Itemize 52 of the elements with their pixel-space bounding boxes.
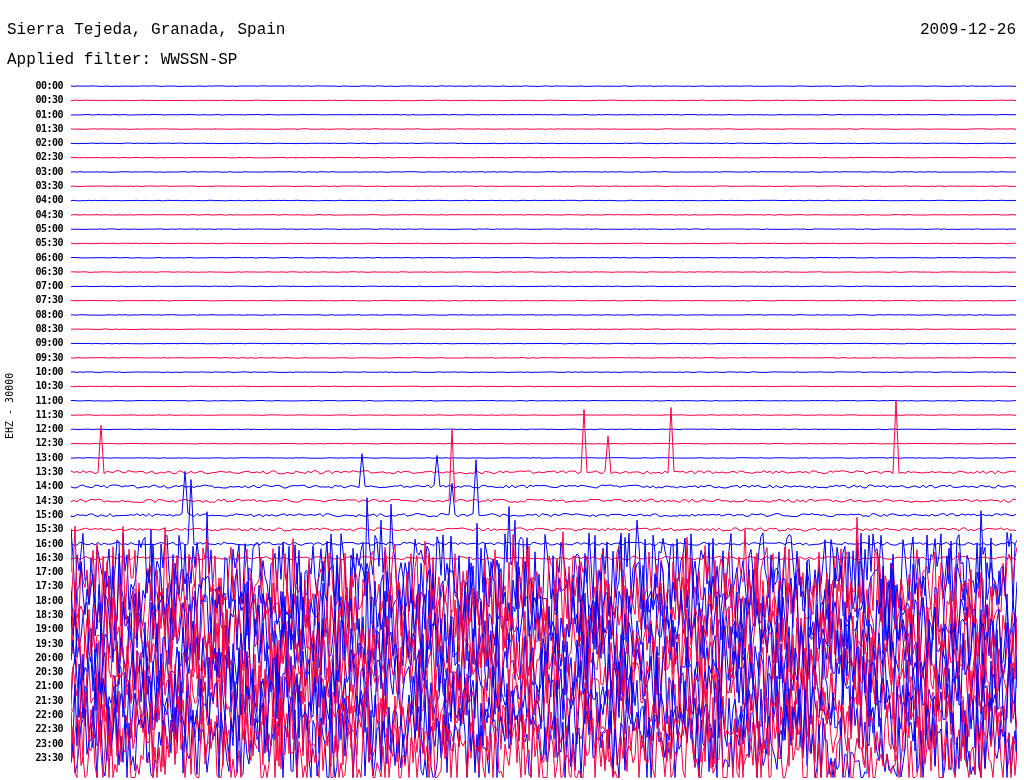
time-label: 20:00 — [35, 650, 63, 665]
time-label: 19:00 — [35, 622, 63, 637]
time-label: 16:00 — [35, 536, 63, 551]
time-label: 11:30 — [35, 407, 63, 422]
time-label: 08:00 — [35, 307, 63, 322]
time-label: 15:30 — [35, 522, 63, 537]
time-label: 05:00 — [35, 221, 63, 236]
time-label: 08:30 — [35, 322, 63, 337]
time-label: 18:00 — [35, 593, 63, 608]
time-label: 16:30 — [35, 550, 63, 565]
time-label: 00:30 — [35, 93, 63, 108]
time-label: 17:00 — [35, 565, 63, 580]
time-label: 22:30 — [35, 722, 63, 737]
time-label: 06:30 — [35, 264, 63, 279]
time-label: 19:30 — [35, 636, 63, 651]
time-label: 10:30 — [35, 379, 63, 394]
time-label: 02:30 — [35, 150, 63, 165]
time-label: 11:00 — [35, 393, 63, 408]
time-label: 17:30 — [35, 579, 63, 594]
time-label: 09:30 — [35, 350, 63, 365]
time-label: 01:00 — [35, 107, 63, 122]
time-label: 05:30 — [35, 236, 63, 251]
time-label: 15:00 — [35, 507, 63, 522]
time-label: 07:30 — [35, 293, 63, 308]
filter-label: Applied filter: WWSSN-SP — [7, 51, 238, 69]
time-label: 03:00 — [35, 164, 63, 179]
channel-label: EHZ - 30000 — [4, 372, 16, 439]
time-label: 04:30 — [35, 207, 63, 222]
time-label: 14:30 — [35, 493, 63, 508]
time-label: 04:00 — [35, 193, 63, 208]
time-label: 09:00 — [35, 336, 63, 351]
time-label: 21:00 — [35, 679, 63, 694]
time-label: 12:00 — [35, 422, 63, 437]
station-title: Sierra Tejeda, Granada, Spain — [7, 20, 286, 41]
time-label: 18:30 — [35, 608, 63, 622]
time-label: 23:30 — [35, 750, 63, 765]
time-label: 03:30 — [35, 179, 63, 194]
time-label: 14:00 — [35, 479, 63, 494]
time-label: 06:00 — [35, 250, 63, 265]
time-label: 22:00 — [35, 708, 63, 723]
time-label: 02:00 — [35, 136, 63, 151]
time-label: 10:00 — [35, 364, 63, 379]
time-label: 20:30 — [35, 665, 63, 680]
time-label: 00:00 — [35, 79, 63, 93]
time-label: 13:00 — [35, 450, 63, 465]
date-label: 2009-12-26 — [920, 20, 1016, 41]
time-label: 21:30 — [35, 693, 63, 708]
time-label: 13:30 — [35, 465, 63, 479]
time-label: 07:00 — [35, 279, 63, 294]
time-label: 12:30 — [35, 436, 63, 451]
time-label: 01:30 — [35, 121, 63, 136]
time-label: 23:00 — [35, 736, 63, 751]
